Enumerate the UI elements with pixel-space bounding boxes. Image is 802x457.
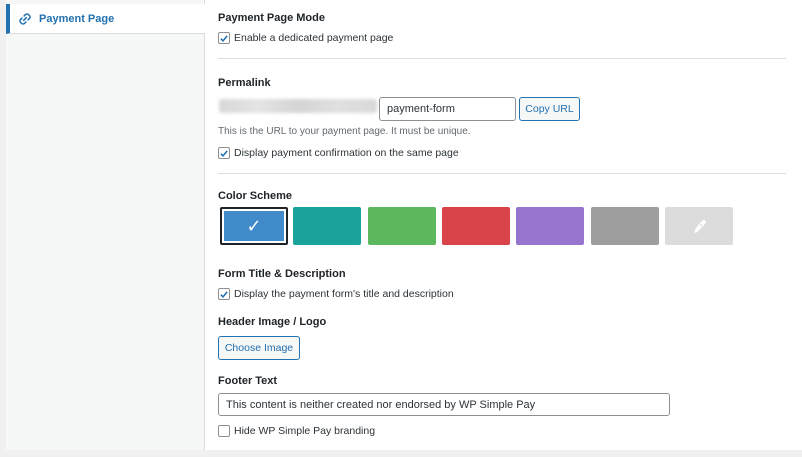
selected-check-icon: ✓ [246, 215, 262, 236]
site-url-prefix [219, 99, 377, 113]
form-title-row: Display the payment form's title and des… [218, 288, 454, 300]
form-title-checkbox[interactable] [218, 288, 230, 300]
hide-branding-checkbox[interactable] [218, 425, 230, 437]
choose-image-button[interactable]: Choose Image [218, 336, 300, 360]
enable-payment-page-label: Enable a dedicated payment page [234, 32, 394, 44]
form-title-heading: Form Title & Description [218, 268, 346, 280]
hide-branding-row: Hide WP Simple Pay branding [218, 425, 375, 437]
color-swatch-blue[interactable]: ✓ [220, 207, 288, 245]
permalink-slug-input[interactable]: payment-form [379, 97, 516, 121]
confirmation-label: Display payment confirmation on the same… [234, 147, 459, 159]
enable-payment-page-row: Enable a dedicated payment page [218, 32, 393, 44]
footer-text-input[interactable]: This content is neither created nor endo… [218, 393, 670, 416]
copy-url-button[interactable]: Copy URL [519, 97, 580, 121]
checkmark-icon [220, 34, 228, 42]
settings-sidebar: Payment Page [6, 0, 205, 450]
color-swatch-red[interactable] [442, 207, 510, 245]
divider [218, 58, 786, 59]
mode-heading: Payment Page Mode [218, 12, 325, 24]
confirmation-checkbox[interactable] [218, 147, 230, 159]
form-title-label: Display the payment form's title and des… [234, 288, 454, 300]
checkmark-icon [220, 149, 228, 157]
color-swatch-purple[interactable] [516, 207, 584, 245]
color-scheme-heading: Color Scheme [218, 190, 292, 202]
confirmation-row: Display payment confirmation on the same… [218, 147, 459, 159]
color-swatch-green[interactable] [368, 207, 436, 245]
enable-payment-page-checkbox[interactable] [218, 32, 230, 44]
footer-text-heading: Footer Text [218, 375, 278, 387]
color-swatch-teal[interactable] [293, 207, 361, 245]
color-swatch-gray[interactable] [591, 207, 659, 245]
eyedropper-icon [665, 207, 733, 245]
settings-panel: Payment Page Mode Enable a dedicated pay… [205, 0, 802, 450]
permalink-description: This is the URL to your payment page. It… [218, 126, 471, 137]
sidebar-item-payment-page[interactable]: Payment Page [6, 4, 205, 34]
color-swatch-custom[interactable] [665, 207, 733, 245]
hide-branding-label: Hide WP Simple Pay branding [234, 425, 376, 437]
permalink-heading: Permalink [218, 77, 271, 89]
sidebar-item-label: Payment Page [39, 12, 115, 25]
link-icon [18, 12, 32, 26]
header-image-heading: Header Image / Logo [218, 316, 327, 328]
checkmark-icon [220, 290, 228, 298]
divider [218, 173, 786, 174]
